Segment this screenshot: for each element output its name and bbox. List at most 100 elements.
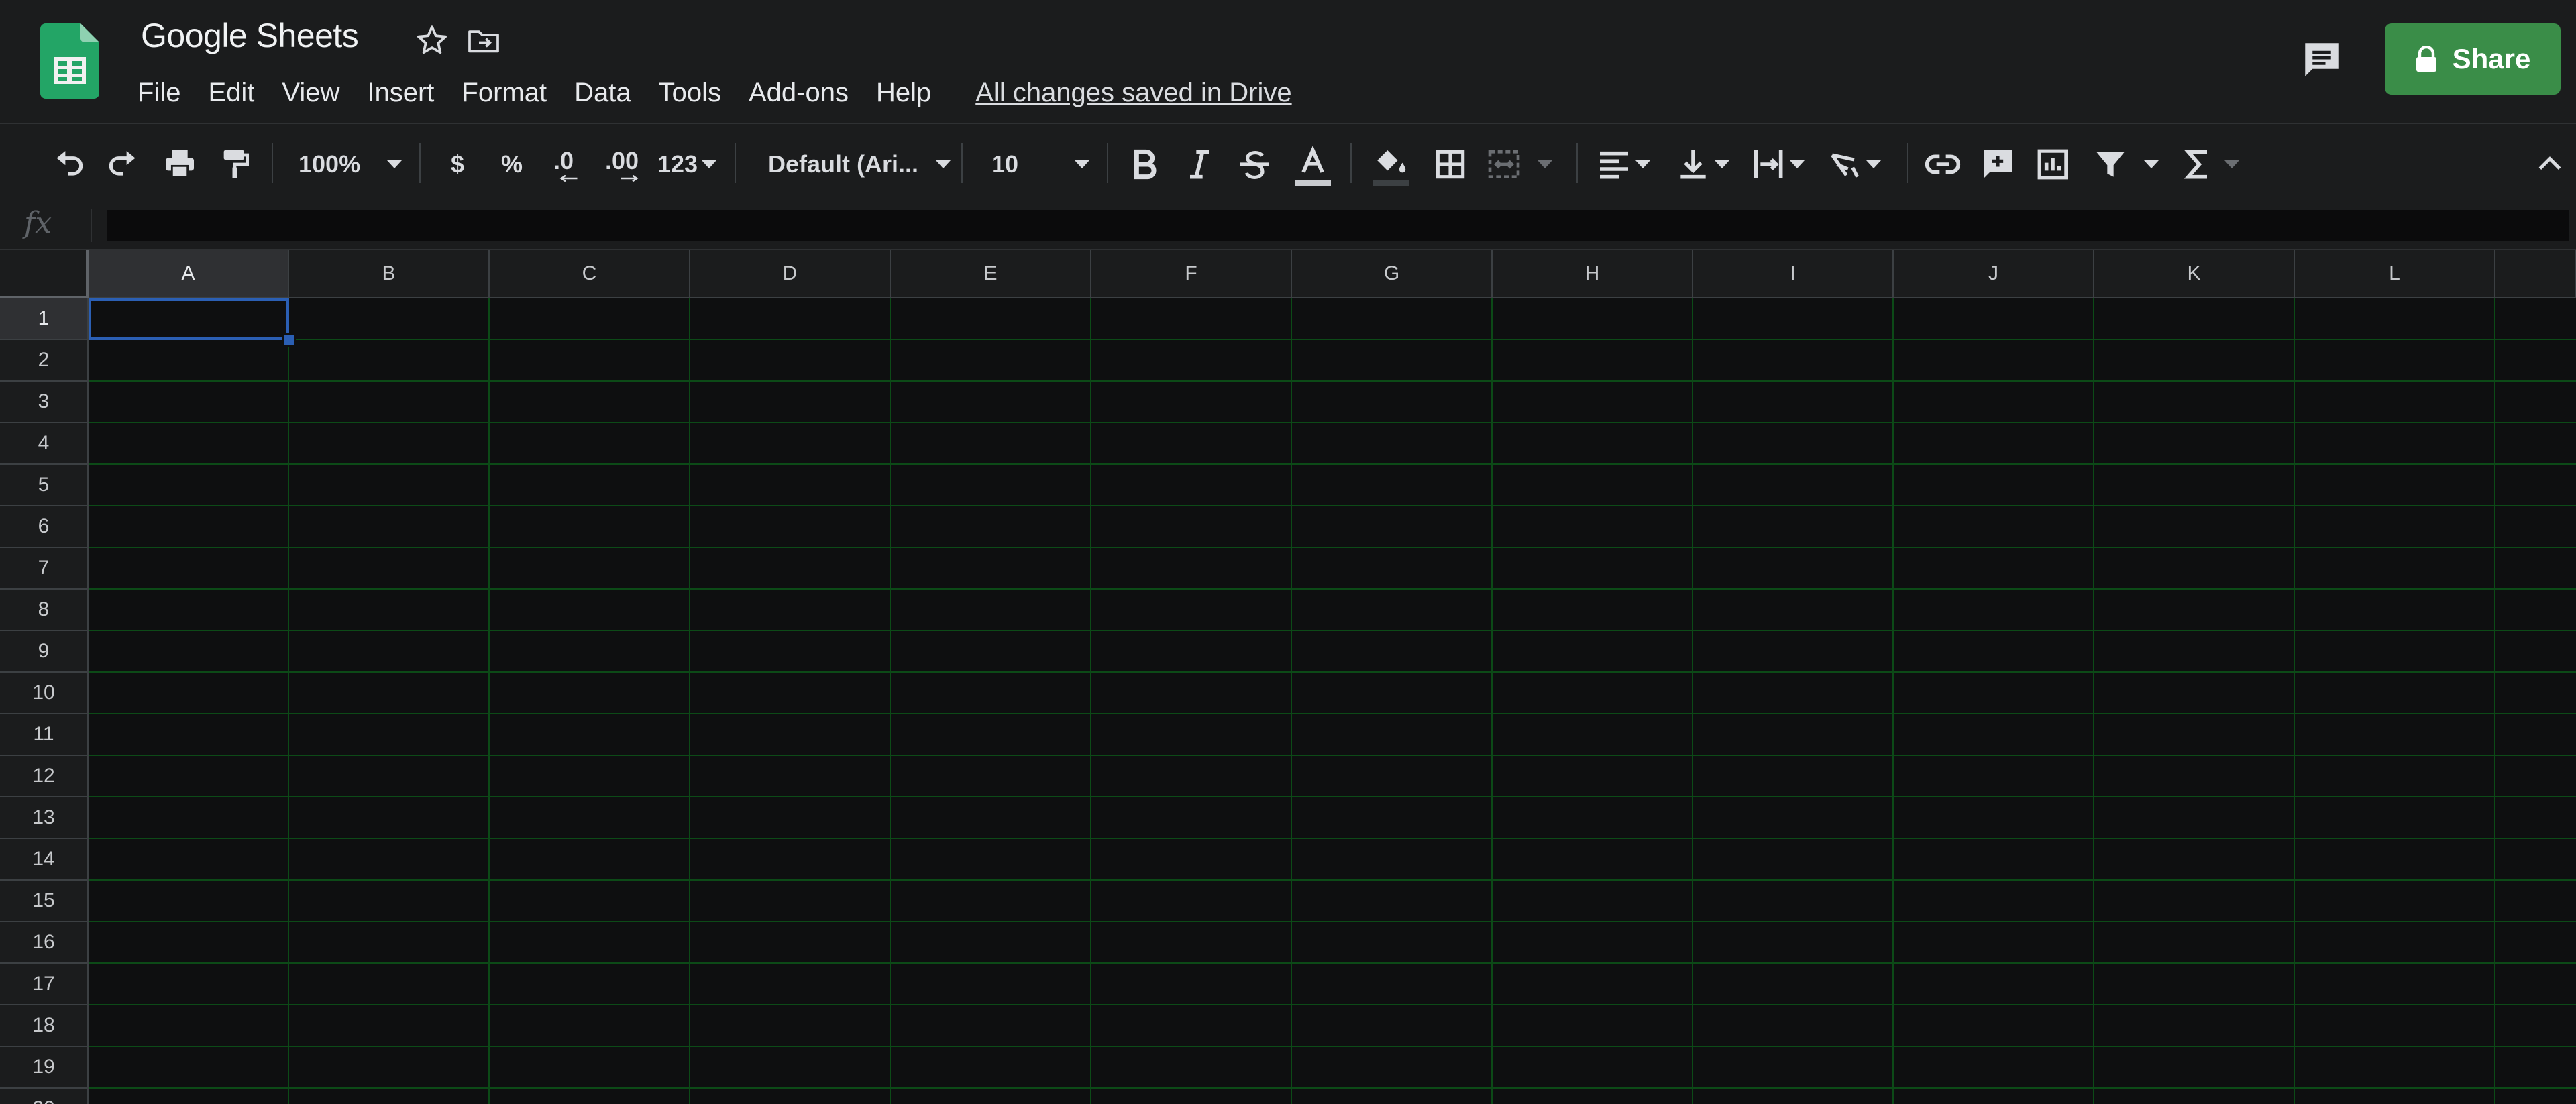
menu-tools[interactable]: Tools bbox=[659, 78, 721, 108]
row-header-9[interactable]: 9 bbox=[0, 631, 89, 673]
redo-icon[interactable] bbox=[103, 144, 144, 184]
toolbar-separator bbox=[961, 143, 963, 183]
collapse-icon[interactable] bbox=[2533, 144, 2567, 184]
row-header-5[interactable]: 5 bbox=[0, 465, 89, 506]
toolbar-separator bbox=[735, 143, 736, 183]
row-header-18[interactable]: 18 bbox=[0, 1005, 89, 1047]
column-header-b[interactable]: B bbox=[289, 250, 490, 298]
column-header-m[interactable] bbox=[2496, 250, 2576, 298]
menu-bar: File Edit View Insert Format Data Tools … bbox=[138, 74, 1292, 111]
column-header-k[interactable]: K bbox=[2094, 250, 2295, 298]
more-formats-button[interactable]: 123 bbox=[655, 144, 719, 184]
share-label: Share bbox=[2452, 43, 2531, 74]
select-all-corner[interactable] bbox=[0, 250, 93, 302]
row-header-4[interactable]: 4 bbox=[0, 423, 89, 465]
text-color-swatch bbox=[1295, 180, 1331, 186]
font-size-select[interactable]: 10 bbox=[991, 144, 1095, 184]
filter-icon[interactable] bbox=[2092, 144, 2159, 184]
column-header-d[interactable]: D bbox=[690, 250, 891, 298]
row-header-16[interactable]: 16 bbox=[0, 922, 89, 964]
column-header-g[interactable]: G bbox=[1292, 250, 1493, 298]
toolbar: 100% $ % .0 .00 123 Default (Ari... 10 bbox=[0, 123, 2576, 203]
fx-label: fx bbox=[24, 206, 52, 240]
save-status-link[interactable]: All changes saved in Drive bbox=[975, 78, 1291, 108]
fill-color-swatch bbox=[1373, 180, 1409, 186]
row-header-13[interactable]: 13 bbox=[0, 797, 89, 839]
row-header-17[interactable]: 17 bbox=[0, 964, 89, 1005]
toolbar-separator bbox=[1350, 143, 1352, 183]
functions-icon[interactable] bbox=[2179, 144, 2246, 184]
paint-format-icon[interactable] bbox=[215, 144, 255, 184]
arrow-right-icon bbox=[621, 175, 639, 182]
formula-separator bbox=[91, 209, 92, 242]
borders-icon[interactable] bbox=[1430, 144, 1470, 184]
chart-icon[interactable] bbox=[2033, 144, 2073, 184]
move-to-folder-icon[interactable] bbox=[465, 21, 502, 59]
row-header-11[interactable]: 11 bbox=[0, 714, 89, 756]
row-header-2[interactable]: 2 bbox=[0, 340, 89, 382]
share-button[interactable]: Share bbox=[2385, 23, 2561, 95]
cell-area[interactable] bbox=[89, 298, 2576, 1104]
star-icon[interactable] bbox=[413, 21, 451, 59]
menu-insert[interactable]: Insert bbox=[367, 78, 434, 108]
row-header-14[interactable]: 14 bbox=[0, 839, 89, 881]
strikethrough-icon[interactable] bbox=[1234, 144, 1275, 184]
column-header-c[interactable]: C bbox=[490, 250, 690, 298]
text-wrap-icon[interactable] bbox=[1750, 144, 1817, 184]
row-header-15[interactable]: 15 bbox=[0, 881, 89, 922]
row-header-7[interactable]: 7 bbox=[0, 548, 89, 590]
currency-format-button[interactable]: $ bbox=[444, 144, 471, 184]
row-header-20[interactable]: 20 bbox=[0, 1089, 89, 1104]
row-header-6[interactable]: 6 bbox=[0, 506, 89, 548]
column-header-i[interactable]: I bbox=[1693, 250, 1894, 298]
text-rotation-icon[interactable] bbox=[1826, 144, 1893, 184]
zoom-select[interactable]: 100% bbox=[299, 144, 413, 184]
font-family-select[interactable]: Default (Ari... bbox=[768, 144, 951, 184]
menu-view[interactable]: View bbox=[282, 78, 339, 108]
column-header-h[interactable]: H bbox=[1493, 250, 1693, 298]
row-header-12[interactable]: 12 bbox=[0, 756, 89, 797]
menu-help[interactable]: Help bbox=[876, 78, 931, 108]
menu-edit[interactable]: Edit bbox=[208, 78, 254, 108]
menu-data[interactable]: Data bbox=[574, 78, 631, 108]
column-header-l[interactable]: L bbox=[2295, 250, 2496, 298]
horizontal-align-icon[interactable] bbox=[1595, 144, 1662, 184]
text-color-icon[interactable] bbox=[1289, 144, 1336, 186]
column-header-j[interactable]: J bbox=[1894, 250, 2094, 298]
row-header-3[interactable]: 3 bbox=[0, 382, 89, 423]
column-header-a[interactable]: A bbox=[89, 250, 289, 298]
lock-icon bbox=[2416, 46, 2436, 72]
menu-file[interactable]: File bbox=[138, 78, 180, 108]
fill-color-icon[interactable] bbox=[1367, 144, 1414, 186]
toolbar-separator bbox=[1107, 143, 1108, 183]
link-icon[interactable] bbox=[1923, 144, 1963, 184]
row-header-10[interactable]: 10 bbox=[0, 673, 89, 714]
sheets-logo-icon[interactable] bbox=[40, 23, 99, 99]
print-icon[interactable] bbox=[160, 144, 200, 184]
menu-add-ons[interactable]: Add-ons bbox=[749, 78, 849, 108]
column-header-f[interactable]: F bbox=[1091, 250, 1292, 298]
arrow-left-icon bbox=[559, 175, 578, 182]
row-header-8[interactable]: 8 bbox=[0, 590, 89, 631]
bold-icon[interactable] bbox=[1124, 144, 1165, 184]
decrease-decimal-button[interactable]: .0 bbox=[545, 144, 582, 184]
undo-icon[interactable] bbox=[48, 144, 89, 184]
chevron-down-icon bbox=[936, 160, 951, 168]
row-header-1[interactable]: 1 bbox=[0, 298, 89, 340]
chevron-down-icon bbox=[1538, 160, 1552, 168]
fill-handle[interactable] bbox=[282, 333, 296, 347]
document-title[interactable]: Google Sheets bbox=[141, 16, 359, 55]
comments-icon[interactable] bbox=[2300, 38, 2344, 82]
chevron-down-icon bbox=[1635, 160, 1650, 168]
formula-input[interactable] bbox=[107, 210, 2569, 241]
menu-format[interactable]: Format bbox=[462, 78, 547, 108]
vertical-align-icon[interactable] bbox=[1674, 144, 1741, 184]
column-header-e[interactable]: E bbox=[891, 250, 1091, 298]
percent-format-button[interactable]: % bbox=[496, 144, 527, 184]
chevron-down-icon bbox=[1790, 160, 1805, 168]
comment-icon[interactable] bbox=[1978, 144, 2018, 184]
increase-decimal-button[interactable]: .00 bbox=[598, 144, 645, 184]
row-header-19[interactable]: 19 bbox=[0, 1047, 89, 1089]
italic-icon[interactable] bbox=[1179, 144, 1220, 184]
merge-cells-icon[interactable] bbox=[1485, 144, 1552, 184]
